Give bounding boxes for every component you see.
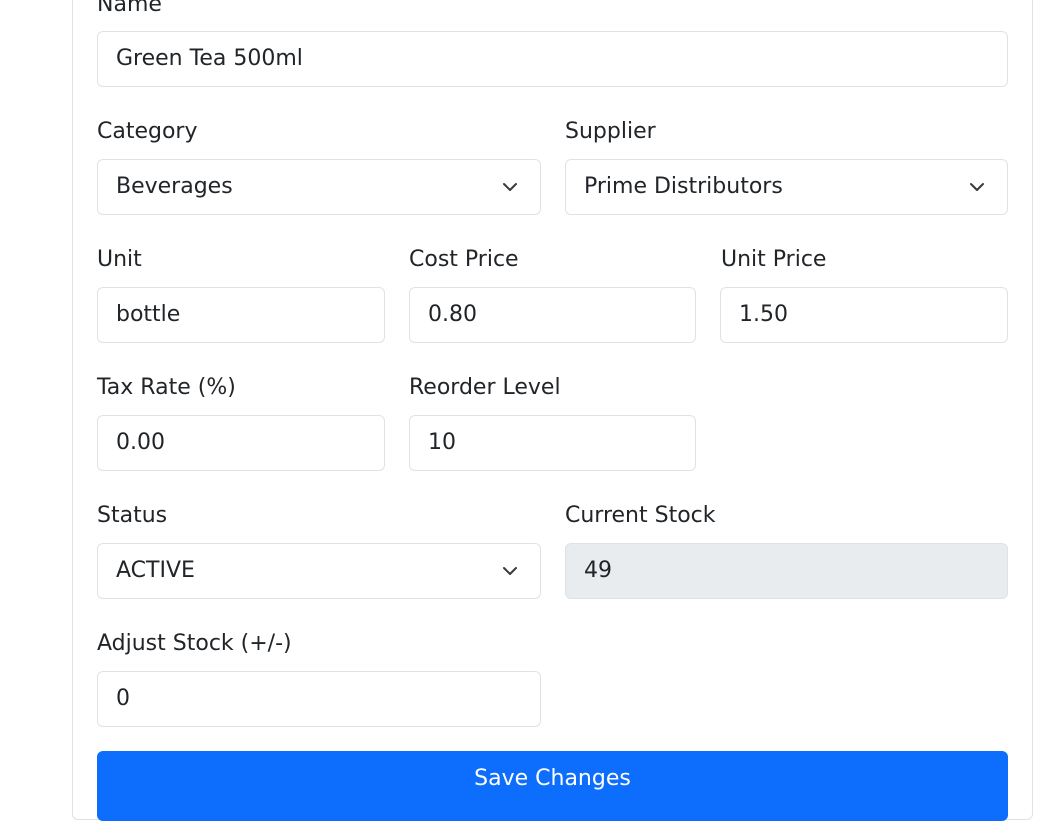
- reorder-level-input[interactable]: 10: [409, 415, 696, 471]
- supplier-select-value: Prime Distributors: [584, 174, 783, 199]
- cost-price-input[interactable]: 0.80: [409, 287, 696, 343]
- supplier-select[interactable]: Prime Distributors: [565, 159, 1008, 215]
- name-label: Name: [97, 0, 162, 17]
- reorder-level-label: Reorder Level: [409, 375, 561, 400]
- category-select[interactable]: Beverages: [97, 159, 541, 215]
- unit-label: Unit: [97, 247, 142, 272]
- status-label: Status: [97, 503, 168, 528]
- save-changes-button[interactable]: Save Changes: [97, 751, 1008, 821]
- category-label: Category: [97, 119, 198, 144]
- current-stock-field: 49: [565, 543, 1008, 599]
- adjust-stock-label: Adjust Stock (+/-): [97, 631, 292, 656]
- adjust-stock-input[interactable]: 0: [97, 671, 541, 727]
- chevron-down-icon: [503, 183, 517, 191]
- unit-price-input[interactable]: 1.50: [720, 287, 1008, 343]
- tax-rate-label: Tax Rate (%): [97, 375, 236, 400]
- tax-rate-input[interactable]: 0.00: [97, 415, 385, 471]
- status-select-value: ACTIVE: [116, 558, 195, 583]
- category-select-value: Beverages: [116, 174, 233, 199]
- status-select[interactable]: ACTIVE: [97, 543, 541, 599]
- cost-price-label: Cost Price: [409, 247, 519, 272]
- name-input[interactable]: Green Tea 500ml: [97, 31, 1008, 87]
- unit-input[interactable]: bottle: [97, 287, 385, 343]
- current-stock-label: Current Stock: [565, 503, 716, 528]
- chevron-down-icon: [970, 183, 984, 191]
- supplier-label: Supplier: [565, 119, 656, 144]
- chevron-down-icon: [503, 567, 517, 575]
- unit-price-label: Unit Price: [721, 247, 827, 272]
